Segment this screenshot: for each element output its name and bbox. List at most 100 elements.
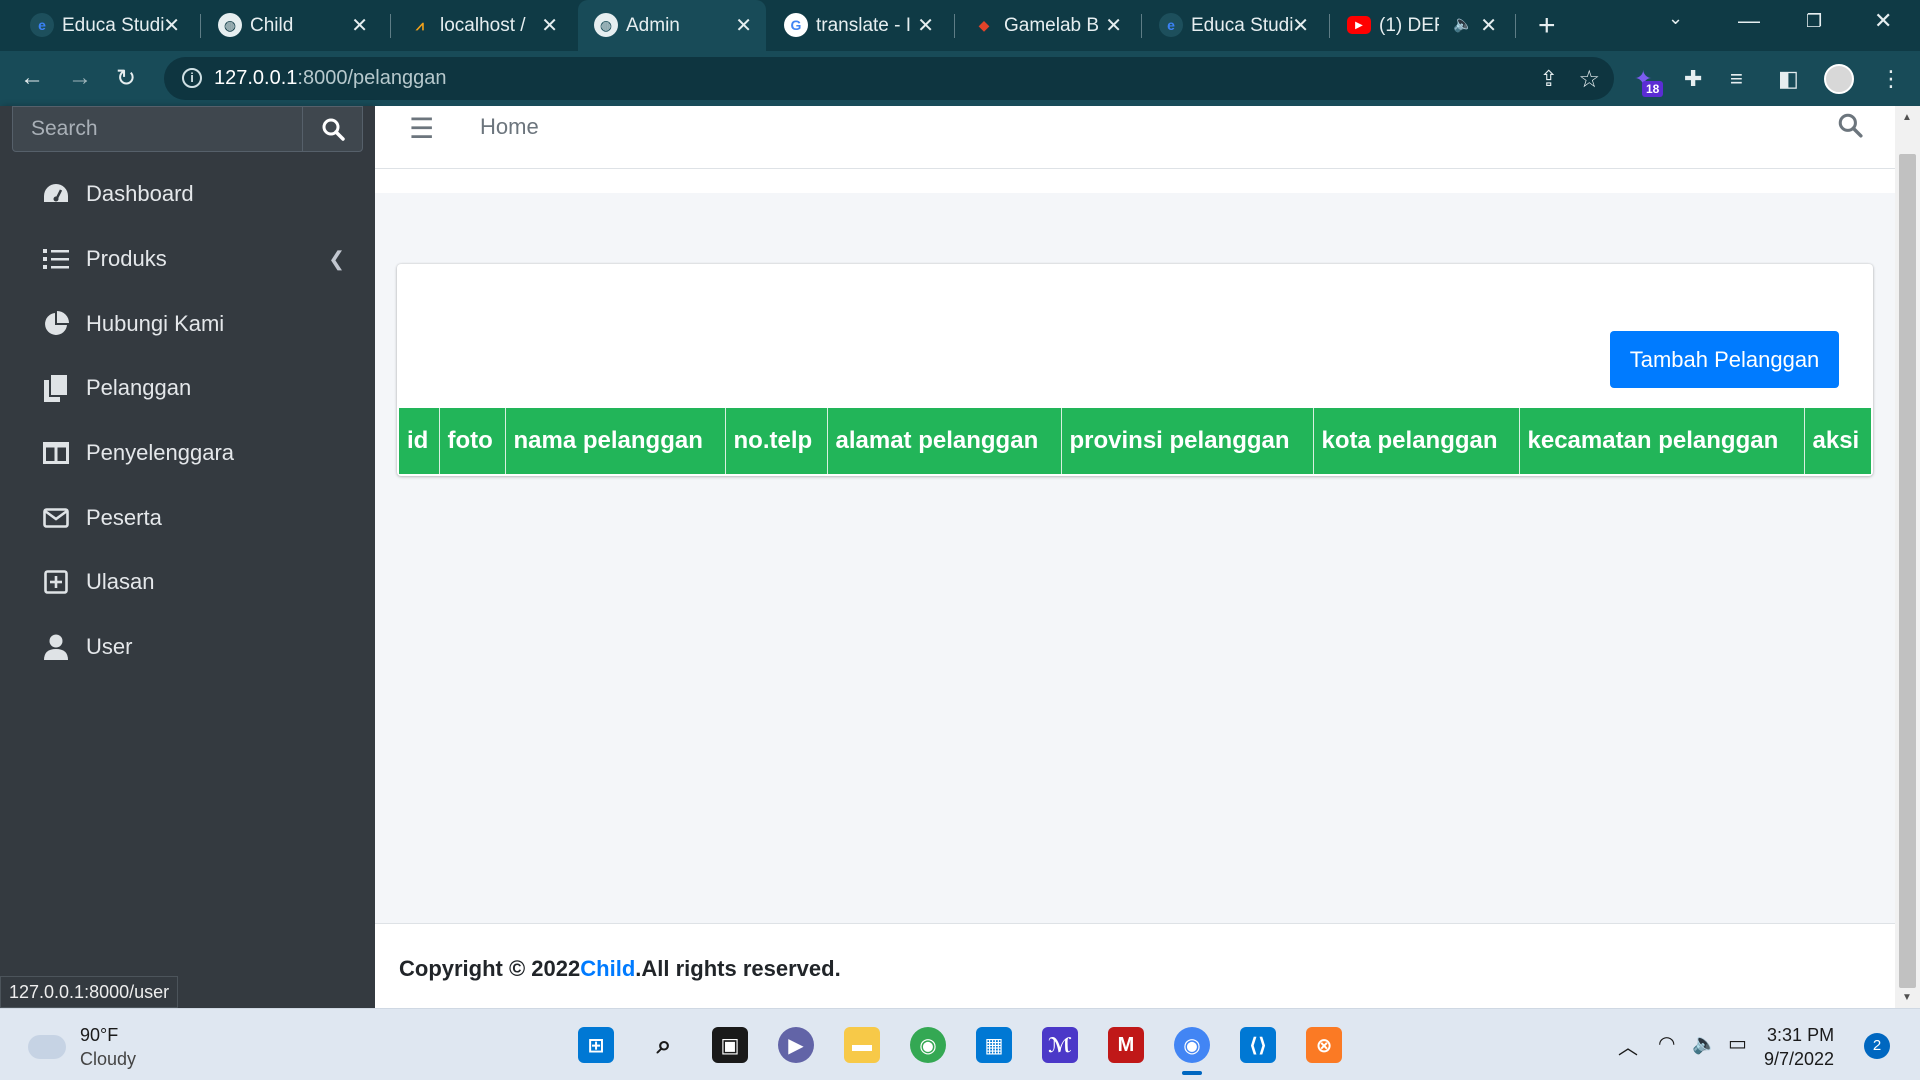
share-icon[interactable]: ⇪ [1540,66,1558,92]
microsoft-store-icon[interactable]: ▦ [976,1027,1012,1063]
tab-separator [1329,14,1330,38]
sidebar-item-label: Penyelenggara [86,440,235,466]
column-header-foto: foto [439,408,506,474]
hamburger-menu-icon[interactable]: ☰ [409,112,434,145]
vscode-icon[interactable]: ⟨⟩ [1240,1027,1276,1063]
chrome-icon[interactable]: ◉ [1174,1027,1210,1075]
sidebar-menu: Dashboard Produks ❮ Hubungi Kami Pelangg… [0,162,375,680]
close-tab-icon[interactable]: ✕ [735,13,752,38]
browser-tab[interactable]: e Educa Studi ✕ [1143,0,1323,51]
search-icon[interactable] [302,107,362,151]
close-window-icon[interactable]: ✕ [1874,8,1892,34]
notification-badge[interactable]: 2 [1864,1033,1890,1059]
scroll-down-arrow-icon[interactable]: ▼ [1902,992,1912,1003]
scroll-up-arrow-icon[interactable]: ▲ [1902,112,1912,123]
chevron-left-icon: ❮ [328,248,345,271]
tab-separator [200,14,201,38]
tray-chevron-up-icon[interactable]: ︿ [1618,1031,1638,1060]
browser-tab[interactable]: G translate - I ✕ [768,0,948,51]
close-tab-icon[interactable]: ✕ [917,13,934,38]
profile-avatar[interactable] [1824,64,1854,94]
windows-start-icon[interactable]: ⊞ [578,1027,614,1063]
url-text[interactable]: 127.0.0.1:8000/pelanggan [214,67,446,90]
close-tab-icon[interactable]: ✕ [1480,13,1497,38]
sidebar-item-label: User [86,634,133,660]
clock-date: 9/7/2022 [1764,1049,1835,1069]
volume-icon[interactable]: 🔈 [1692,1031,1717,1056]
browser-tab[interactable]: ◆ Gamelab B ✕ [956,0,1136,51]
weather-temperature: 90°F [80,1025,119,1045]
minimize-icon[interactable]: — [1738,8,1760,34]
system-clock[interactable]: 3:31 PM 9/7/2022 [1764,1023,1834,1071]
browser-toolbar: ← → ↻ i 127.0.0.1:8000/pelanggan ⇪ ☆ ✦ ✚… [0,51,1920,106]
task-view-icon[interactable]: ▣ [712,1027,748,1063]
browser-tab[interactable]: ▶ (1) DER 🔈 ✕ [1331,0,1511,51]
sidebar-item-user[interactable]: User [0,615,375,680]
sidebar-item-penyelenggara[interactable]: Penyelenggara [0,421,375,486]
column-header-alamat: alamat pelanggan [827,408,1062,474]
browser-tab[interactable]: ⩘ localhost / ✕ [392,0,572,51]
browser-tab-active[interactable]: ◍ Admin ✕ [578,0,766,51]
sidebar-search-input[interactable] [13,107,302,151]
close-tab-icon[interactable]: ✕ [351,13,368,38]
menu-kebab-icon[interactable]: ⋮ [1880,66,1902,92]
sidebar-item-pelanggan[interactable]: Pelanggan [0,356,375,421]
mcafee-icon[interactable]: M [1108,1027,1144,1063]
nav-home-link[interactable]: Home [480,114,539,140]
xampp-icon[interactable]: ⊗ [1306,1027,1342,1063]
tab-search-icon[interactable]: ⌄ [1668,8,1683,29]
tab-title: Admin [626,14,680,36]
close-tab-icon[interactable]: ✕ [541,13,558,38]
wifi-icon[interactable]: ◠ [1658,1031,1675,1056]
copyright-text: Copyright © 2022Child.All rights reserve… [399,956,841,982]
sidebar-item-produks[interactable]: Produks ❮ [0,227,375,292]
visual-studio-app-icon[interactable]: ℳ [1042,1027,1078,1063]
sidebar-item-ulasan[interactable]: Ulasan [0,550,375,615]
tab-title: (1) DER [1379,14,1439,36]
weather-widget[interactable]: 90°F Cloudy [28,1023,136,1071]
pelanggan-card: Tambah Pelanggan id foto nama pelanggan … [397,264,1873,476]
column-header-provinsi: provinsi pelanggan [1061,408,1314,474]
sidebar-item-dashboard[interactable]: Dashboard [0,162,375,227]
status-bar-url: 127.0.0.1:8000/user [0,976,179,1008]
restore-icon[interactable]: ❐ [1806,11,1822,32]
scrollbar-thumb[interactable] [1899,154,1916,988]
chrome-canary-icon[interactable]: ◉ [910,1027,946,1063]
gitlab-icon: ◆ [978,16,990,33]
main-navbar: ☰ Home [375,106,1895,169]
speaker-icon[interactable]: 🔈 [1453,14,1473,34]
youtube-icon: ▶ [1347,16,1371,34]
new-tab-icon[interactable]: + [1538,9,1556,43]
sidebar-search [12,106,363,152]
close-tab-icon[interactable]: ✕ [1292,13,1309,38]
media-control-icon[interactable]: ≡ [1730,66,1743,92]
browser-tabstrip: e Educa Studi ✕ ◍ Child ✕ ⩘ localhost / … [0,0,1920,51]
extensions-puzzle-icon[interactable]: ✚ [1684,66,1702,92]
battery-icon[interactable]: ▭ [1728,1031,1747,1056]
back-icon[interactable]: ← [20,64,44,92]
sidebar-item-label: Produks [86,246,167,272]
reload-icon[interactable]: ↻ [116,64,136,93]
taskbar-search-icon[interactable]: ⌕ [646,1027,682,1063]
site-info-icon[interactable]: i [182,68,202,88]
address-bar[interactable]: i 127.0.0.1:8000/pelanggan ⇪ ☆ [164,57,1614,100]
teams-chat-icon[interactable]: ▶ [778,1027,814,1063]
add-customer-button[interactable]: Tambah Pelanggan [1610,331,1839,388]
side-panel-icon[interactable]: ◧ [1778,66,1799,92]
sidebar-item-peserta[interactable]: Peserta [0,485,375,550]
educa-icon: e [30,13,54,37]
bookmark-star-icon[interactable]: ☆ [1578,65,1600,94]
globe-icon: ◍ [594,13,618,37]
pie-chart-icon [42,310,70,338]
close-tab-icon[interactable]: ✕ [163,13,180,38]
close-tab-icon[interactable]: ✕ [1105,13,1122,38]
forward-icon[interactable]: → [68,64,92,92]
sidebar-item-hubungi-kami[interactable]: Hubungi Kami [0,291,375,356]
footer-brand-link[interactable]: Child [580,956,635,981]
page-scrollbar[interactable]: ▲ ▼ [1895,106,1920,1008]
file-explorer-icon[interactable]: ▬ [844,1027,880,1063]
browser-tab[interactable]: ◍ Child ✕ [202,0,382,51]
browser-tab[interactable]: e Educa Studi ✕ [14,0,194,51]
globe-icon: ◍ [218,13,242,37]
navbar-search-icon[interactable] [1837,112,1863,145]
